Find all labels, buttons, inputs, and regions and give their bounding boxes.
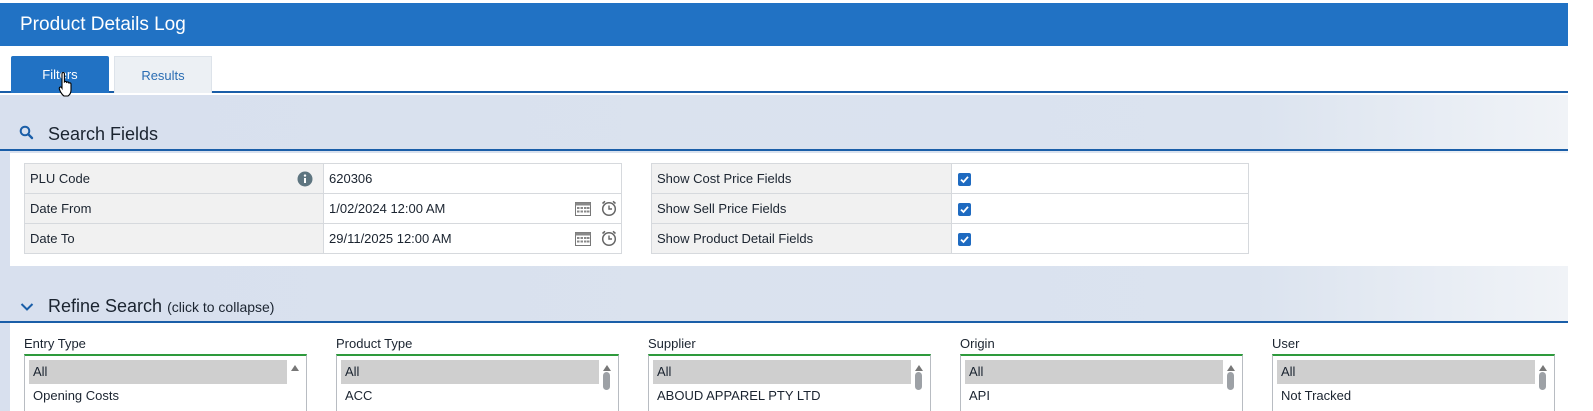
list-item-selected[interactable]: All	[341, 360, 599, 384]
clock-icon[interactable]	[601, 200, 617, 220]
plu-code-label-cell: PLU Code	[24, 163, 324, 194]
refine-search-title-text: Refine Search	[48, 296, 163, 316]
user-label: User	[1272, 336, 1300, 351]
refine-search-subtitle: (click to collapse)	[167, 299, 275, 315]
date-to-value[interactable]: 29/11/2025 12:00 AM	[329, 231, 452, 246]
search-icon	[19, 125, 34, 145]
list-item-selected[interactable]: All	[965, 360, 1223, 384]
calendar-icon[interactable]	[575, 202, 591, 219]
list-item-selected[interactable]: All	[653, 360, 911, 384]
page-title: Product Details Log	[0, 3, 1568, 46]
show-cost-price-row: Show Cost Price Fields	[651, 163, 1249, 194]
product-type-filter: Product Type All ACC	[336, 336, 619, 411]
date-from-value[interactable]: 1/02/2024 12:00 AM	[329, 201, 445, 216]
entry-type-filter: Entry Type All Opening Costs	[24, 336, 307, 411]
display-options-table: Show Cost Price Fields Show Sell Price F…	[651, 163, 1249, 254]
list-item[interactable]: Opening Costs	[29, 384, 287, 408]
product-type-label: Product Type	[336, 336, 413, 351]
clock-icon[interactable]	[601, 230, 617, 250]
show-sell-price-cell	[951, 193, 1249, 224]
origin-listbox[interactable]: All API	[960, 354, 1243, 411]
origin-filter: Origin All API	[960, 336, 1243, 411]
tab-bar: Filters Results	[0, 46, 1568, 93]
refine-search-header[interactable]: Refine Search (click to collapse)	[0, 291, 1568, 323]
show-product-detail-cell	[951, 223, 1249, 254]
hand-pointer-icon	[58, 71, 74, 103]
list-item[interactable]: API	[965, 384, 1223, 408]
entry-type-listbox[interactable]: All Opening Costs	[24, 354, 307, 411]
list-item[interactable]: ABOUD APPAREL PTY LTD	[653, 384, 911, 408]
list-item-selected[interactable]: All	[29, 360, 287, 384]
user-filter: User All Not Tracked	[1272, 336, 1555, 411]
show-cost-price-cell	[951, 163, 1249, 194]
list-item[interactable]: Not Tracked	[1277, 384, 1535, 408]
search-fields-table: PLU Code 620306 Date From 1/02/2024 12:0…	[24, 163, 622, 254]
supplier-filter: Supplier All ABOUD APPAREL PTY LTD	[648, 336, 931, 411]
show-sell-price-label: Show Sell Price Fields	[651, 193, 952, 224]
refine-search-title: Refine Search (click to collapse)	[48, 296, 274, 317]
show-cost-price-label: Show Cost Price Fields	[651, 163, 952, 194]
list-item[interactable]: ACC	[341, 384, 599, 408]
date-to-label: Date To	[24, 223, 324, 254]
show-sell-price-row: Show Sell Price Fields	[651, 193, 1249, 224]
show-cost-price-checkbox[interactable]	[958, 172, 971, 186]
user-listbox[interactable]: All Not Tracked	[1272, 354, 1555, 411]
supplier-label: Supplier	[648, 336, 696, 351]
scrollbar-thumb[interactable]	[1539, 372, 1546, 390]
search-fields-title: Search Fields	[48, 124, 159, 144]
show-sell-price-checkbox[interactable]	[958, 202, 971, 216]
date-from-label: Date From	[24, 193, 324, 224]
product-type-listbox[interactable]: All ACC	[336, 354, 619, 411]
scrollbar-thumb[interactable]	[1227, 372, 1234, 390]
scroll-up-icon[interactable]	[290, 359, 300, 377]
date-from-field[interactable]: 1/02/2024 12:00 AM	[323, 193, 622, 224]
plu-code-row: PLU Code 620306	[24, 163, 622, 194]
origin-label: Origin	[960, 336, 995, 351]
scrollbar-thumb[interactable]	[603, 372, 610, 390]
list-item-selected[interactable]: All	[1277, 360, 1535, 384]
supplier-listbox[interactable]: All ABOUD APPAREL PTY LTD	[648, 354, 931, 411]
tab-results[interactable]: Results	[114, 56, 212, 93]
date-from-row: Date From 1/02/2024 12:00 AM	[24, 193, 622, 224]
info-icon[interactable]	[297, 171, 313, 190]
search-fields-header[interactable]: Search Fields	[0, 119, 1568, 151]
plu-code-label: PLU Code	[30, 171, 90, 186]
plu-code-input[interactable]: 620306	[323, 163, 622, 194]
scrollbar-thumb[interactable]	[915, 372, 922, 390]
date-to-field[interactable]: 29/11/2025 12:00 AM	[323, 223, 622, 254]
show-product-detail-row: Show Product Detail Fields	[651, 223, 1249, 254]
entry-type-label: Entry Type	[24, 336, 86, 351]
show-product-detail-label: Show Product Detail Fields	[651, 223, 952, 254]
date-to-row: Date To 29/11/2025 12:00 AM	[24, 223, 622, 254]
chevron-down-icon[interactable]	[20, 299, 34, 317]
calendar-icon[interactable]	[575, 232, 591, 249]
show-product-detail-checkbox[interactable]	[958, 232, 971, 246]
